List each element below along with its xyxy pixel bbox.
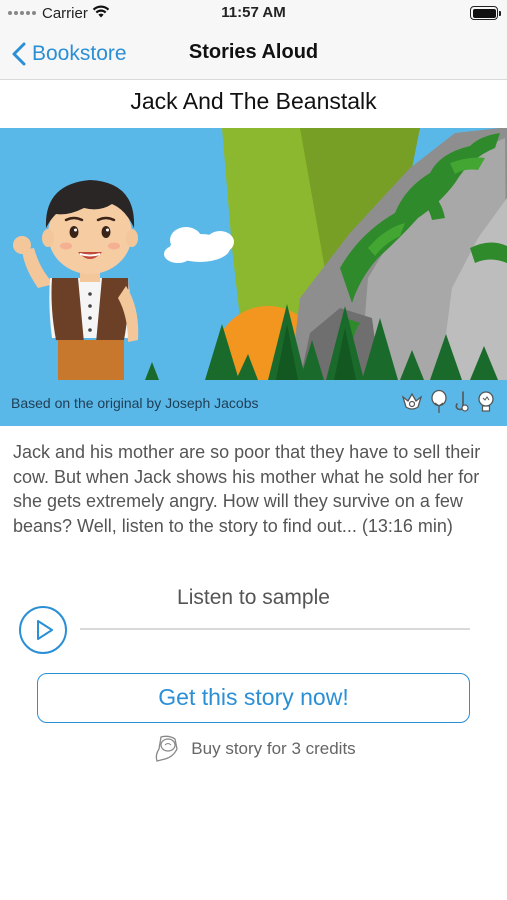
balloon-icon [431,389,447,413]
caption-icons [399,389,497,415]
chevron-left-icon [12,42,26,66]
status-bar: Carrier 11:57 AM [0,0,507,28]
back-button-label: Bookstore [32,42,127,65]
caption-bar: Based on the original by Joseph Jacobs [0,380,507,426]
navigation-bar: Bookstore Stories Aloud [0,28,507,80]
buy-credits-row[interactable]: Buy story for 3 credits [0,733,507,765]
battery-level [472,8,496,18]
status-time: 11:57 AM [221,4,286,21]
ornament-icon [401,392,423,410]
play-icon [37,620,53,640]
story-title: Jack And The Beanstalk [130,88,377,114]
get-story-button[interactable]: Get this story now! [37,673,470,723]
story-description: Jack and his mother are so poor that the… [13,442,481,536]
battery-icon [470,6,501,20]
back-button[interactable]: Bookstore [12,38,127,70]
sample-label: Listen to sample [177,586,330,609]
play-button[interactable] [19,606,67,654]
lightbulb-icon [478,391,494,412]
story-cover-image: Based on the original by Joseph Jacobs [0,128,507,426]
hook-icon [455,391,469,412]
credit-coin-icon [155,735,178,762]
sample-progress-bar[interactable] [80,628,470,630]
buy-credits-label: Buy story for 3 credits [191,739,356,758]
author-caption: Based on the original by Joseph Jacobs [11,395,259,411]
